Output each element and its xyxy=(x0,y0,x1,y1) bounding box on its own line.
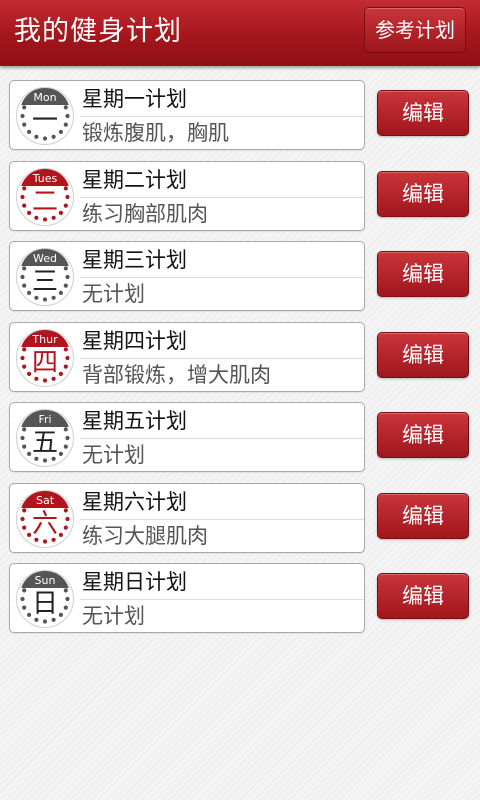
plan-row: Thur 四星期四计划 背部锻炼，增大肌肉 编辑 xyxy=(0,321,480,394)
reference-plan-button[interactable]: 参考计划 xyxy=(364,7,466,53)
day-abbreviation: Wed xyxy=(33,252,57,265)
day-numeral: 五 xyxy=(31,428,58,458)
plan-title: 星期二计划 xyxy=(82,167,187,192)
calendar-badge-icon: Sun 日 xyxy=(16,570,74,628)
edit-button[interactable]: 编辑 xyxy=(377,90,469,136)
divider xyxy=(80,277,364,278)
calendar-badge-icon: Fri 五 xyxy=(16,409,74,467)
plan-description: 练习胸部肌肉 xyxy=(82,201,208,226)
divider xyxy=(80,357,364,359)
day-plan-card[interactable]: Mon 一星期一计划锻炼腹肌，胸肌 xyxy=(9,80,365,150)
calendar-badge-icon: Mon 一 xyxy=(16,87,74,145)
plan-row: Fri 五星期五计划无计划 编辑 xyxy=(0,402,480,474)
divider xyxy=(80,599,364,600)
edit-button[interactable]: 编辑 xyxy=(377,412,469,458)
plan-row: Sat 六星期六计划 练习大腿肌肉 编辑 xyxy=(0,482,480,555)
plan-description: 锻炼腹肌，胸肌 xyxy=(82,121,229,145)
day-numeral: 日 xyxy=(31,589,58,619)
day-plan-card[interactable]: Sun 日星期日计划无计划 xyxy=(9,563,365,633)
plan-description: 无计划 xyxy=(82,443,145,467)
divider xyxy=(80,518,364,520)
day-abbreviation: Tues xyxy=(32,171,58,185)
divider xyxy=(80,196,364,198)
edit-button[interactable]: 编辑 xyxy=(377,573,469,619)
plan-row: Wed 三星期三计划无计划 编辑 xyxy=(0,241,480,313)
day-plan-card[interactable]: Thur 四星期四计划背部锻炼，增大肌肉 xyxy=(9,321,365,392)
plan-description: 背部锻炼，增大肌肉 xyxy=(82,362,271,387)
day-numeral: 一 xyxy=(31,106,58,136)
plan-row: Tues 二星期二计划 练习胸部肌肉 编辑 xyxy=(0,160,480,233)
plan-description: 无计划 xyxy=(82,604,145,628)
plan-title: 星期四计划 xyxy=(82,328,187,353)
plan-row: Mon 一星期一计划锻炼腹肌，胸肌 编辑 xyxy=(0,80,480,152)
plan-title: 星期五计划 xyxy=(82,409,187,433)
day-abbreviation: Sun xyxy=(34,574,56,587)
calendar-badge-icon: Wed 三 xyxy=(16,248,74,306)
day-numeral: 三 xyxy=(31,267,58,297)
calendar-badge-icon: Tues 二 xyxy=(16,167,74,226)
day-abbreviation: Sat xyxy=(35,493,55,507)
edit-button[interactable]: 编辑 xyxy=(377,251,469,297)
day-plan-card[interactable]: Tues 二星期二计划练习胸部肌肉 xyxy=(9,160,365,231)
day-numeral: 六 xyxy=(31,508,58,539)
plan-title: 星期六计划 xyxy=(82,489,187,514)
day-abbreviation: Thur xyxy=(32,332,58,346)
plan-row: Sun 日星期日计划无计划 编辑 xyxy=(0,563,480,635)
day-plan-card[interactable]: Fri 五星期五计划无计划 xyxy=(9,402,365,472)
day-numeral: 四 xyxy=(31,347,58,378)
plan-title: 星期一计划 xyxy=(82,87,187,111)
day-plan-card[interactable]: Wed 三星期三计划无计划 xyxy=(9,241,365,311)
divider xyxy=(80,116,364,117)
calendar-badge-icon: Thur 四 xyxy=(16,328,74,387)
page-title: 我的健身计划 xyxy=(14,16,182,47)
plan-title: 星期日计划 xyxy=(82,570,187,594)
day-abbreviation: Mon xyxy=(33,91,57,104)
app-header: 我的健身计划 参考计划 xyxy=(0,0,480,66)
plan-title: 星期三计划 xyxy=(82,248,187,272)
edit-button[interactable]: 编辑 xyxy=(377,170,469,217)
day-plan-card[interactable]: Sat 六星期六计划练习大腿肌肉 xyxy=(9,482,365,553)
calendar-badge-icon: Sat 六 xyxy=(16,489,74,548)
plan-description: 无计划 xyxy=(82,282,145,306)
plan-description: 练习大腿肌肉 xyxy=(82,523,208,548)
edit-button[interactable]: 编辑 xyxy=(377,492,469,539)
edit-button[interactable]: 编辑 xyxy=(377,331,469,378)
day-abbreviation: Fri xyxy=(38,413,52,426)
divider xyxy=(80,438,364,439)
day-numeral: 二 xyxy=(31,186,58,217)
